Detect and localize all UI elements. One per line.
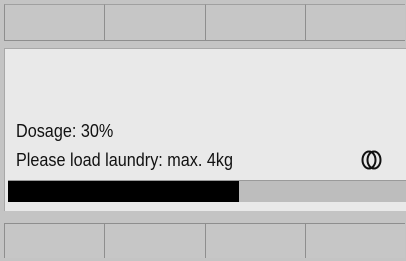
bottom-softkey-4[interactable] (304, 223, 405, 258)
bottom-softkey-1[interactable] (4, 223, 105, 258)
appliance-frame: Dosage: 30% Please load laundry: max. 4k… (0, 0, 406, 261)
progress-bar (8, 180, 406, 202)
load-instruction-label: Please load laundry: max. 4kg (16, 150, 234, 170)
bottom-softkey-row (4, 223, 405, 258)
dosage-label: Dosage: 30% (16, 121, 114, 141)
top-softkey-row (4, 4, 405, 41)
drum-icon (361, 150, 382, 170)
bottom-softkey-3[interactable] (204, 223, 305, 258)
top-softkey-3[interactable] (204, 4, 305, 41)
top-softkey-2[interactable] (104, 4, 205, 41)
progress-bar-fill (8, 181, 239, 202)
bottom-softkey-2[interactable] (104, 223, 205, 258)
top-softkey-1[interactable] (4, 4, 105, 41)
top-softkey-4[interactable] (304, 4, 405, 41)
